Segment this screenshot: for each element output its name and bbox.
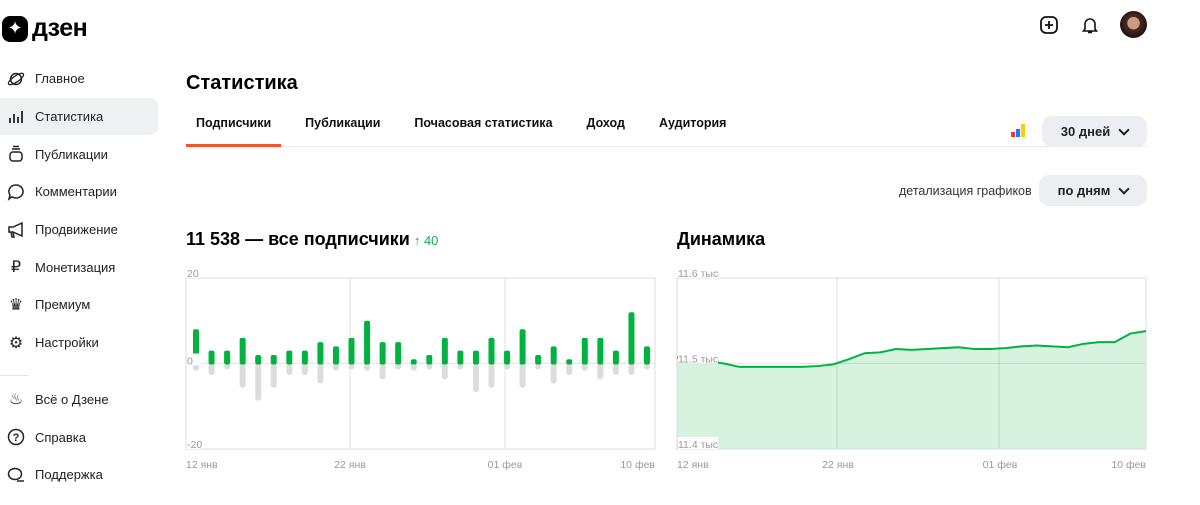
x-tick-label: 12 янв [677, 459, 709, 471]
positive-bar [364, 320, 371, 365]
negative-bar [255, 363, 262, 401]
negative-bar [332, 363, 339, 371]
negative-bar [628, 363, 635, 376]
positive-bar [488, 337, 495, 365]
positive-bar [224, 350, 231, 365]
negative-bar [317, 363, 324, 384]
positive-bar [379, 342, 386, 365]
negative-bar [270, 363, 277, 388]
positive-bar [472, 350, 479, 365]
positive-bar [535, 354, 542, 365]
positive-bar [286, 350, 293, 365]
negative-bar [286, 363, 293, 376]
positive-bar [426, 354, 433, 365]
x-tick-label: 22 янв [334, 459, 366, 471]
negative-bar [581, 363, 588, 371]
negative-bar [441, 363, 448, 380]
x-tick-label: 01 фев [488, 459, 523, 471]
y-tick-label: 0 [187, 356, 193, 368]
positive-bar [239, 337, 246, 365]
positive-bar [317, 342, 324, 365]
negative-bar [239, 363, 246, 388]
bar-chart: 20 0 -20 12 янв 22 янв 01 фев 10 фев 11.6 тыс 11… [185, 266, 1147, 471]
positive-bar [566, 359, 573, 365]
negative-bar [364, 363, 371, 371]
negative-bar [410, 363, 417, 371]
positive-bar [441, 337, 448, 365]
negative-bar [208, 363, 215, 376]
negative-bar [301, 363, 308, 376]
negative-bar [566, 363, 573, 376]
positive-bar [348, 337, 355, 365]
positive-bar [519, 329, 526, 365]
negative-bar [379, 363, 386, 380]
negative-bar [488, 363, 495, 388]
positive-bar [644, 346, 650, 365]
negative-bar [612, 363, 619, 376]
x-tick-label: 10 фев [1111, 459, 1146, 471]
y-tick-label: 20 [187, 268, 199, 280]
x-tick-label: 12 янв [186, 459, 218, 471]
positive-bar [208, 350, 215, 365]
positive-bar [581, 337, 588, 365]
y-tick-label: -20 [187, 439, 202, 451]
y-tick-label: 11.6 тыс [678, 268, 718, 280]
y-tick-label: 11.4 тыс [678, 439, 718, 451]
positive-bar [301, 350, 308, 365]
y-tick-label: 11.5 тыс [678, 354, 718, 366]
positive-bar [270, 354, 277, 365]
negative-bar [597, 363, 604, 380]
positive-bar [457, 350, 464, 365]
positive-bar [612, 350, 619, 365]
x-tick-label: 01 фев [983, 459, 1018, 471]
area-fill [677, 331, 1146, 449]
positive-bar [255, 354, 262, 365]
positive-bar [332, 346, 339, 365]
positive-bar [410, 359, 417, 365]
positive-bar [504, 350, 511, 365]
x-tick-label: 22 янв [822, 459, 854, 471]
negative-bar [519, 363, 526, 388]
negative-bar [550, 363, 557, 384]
positive-bar [597, 337, 604, 365]
positive-bar [628, 312, 635, 365]
negative-bar [472, 363, 479, 393]
x-tick-label: 10 фев [620, 459, 655, 471]
positive-bar [550, 346, 557, 365]
positive-bar [395, 342, 402, 365]
